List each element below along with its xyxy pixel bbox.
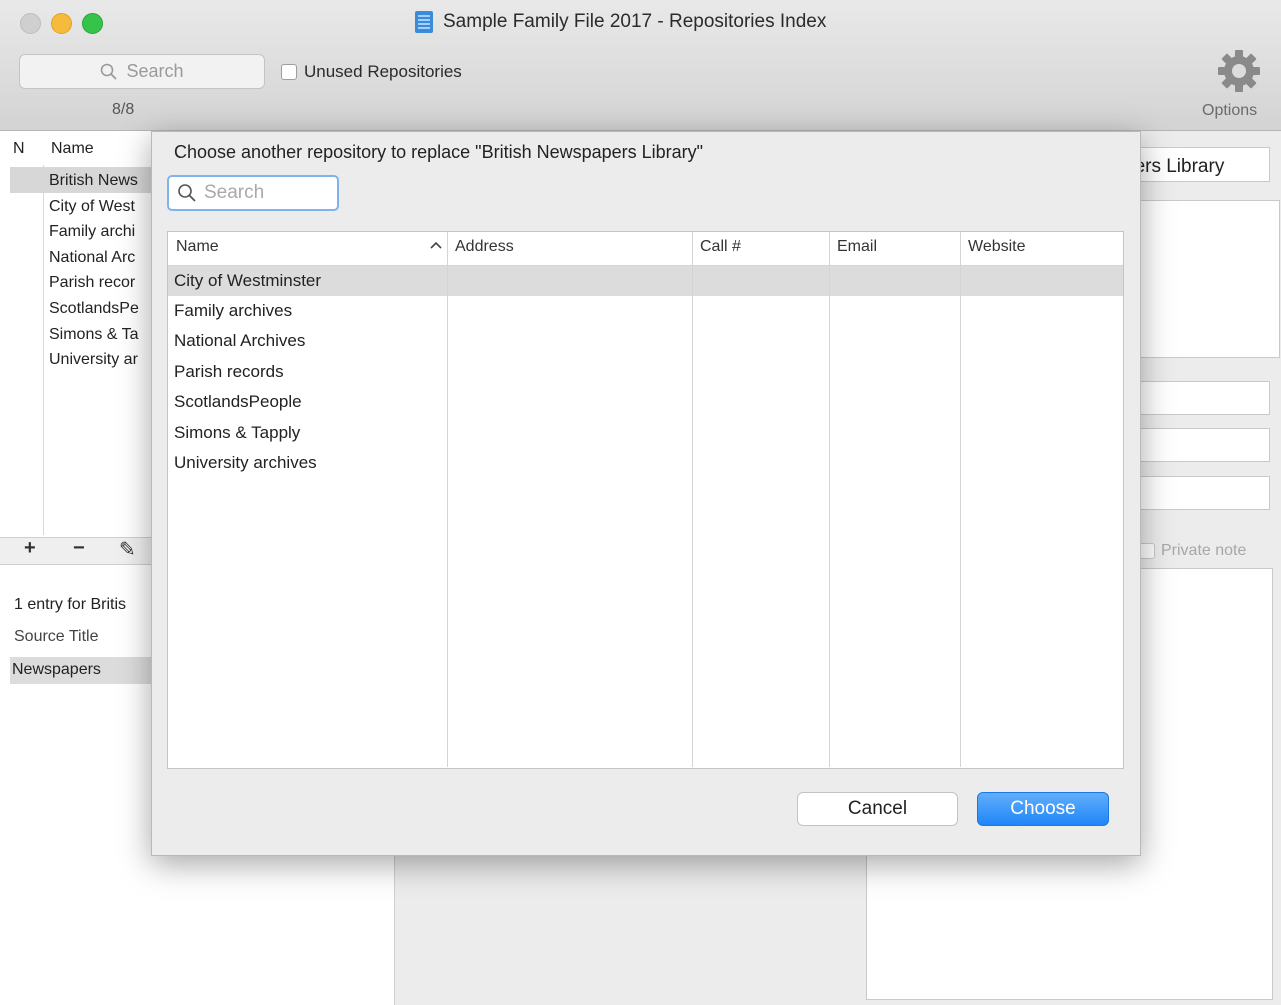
column-divider <box>43 165 44 535</box>
checkbox-box[interactable] <box>281 64 297 80</box>
choose-button[interactable]: Choose <box>977 792 1109 826</box>
citation-count: 1 entry for Britis <box>14 596 127 613</box>
list-item[interactable]: National Arc <box>49 249 135 267</box>
table-row[interactable]: University archives <box>174 453 317 473</box>
checkbox-box[interactable] <box>1139 543 1155 559</box>
pane-divider <box>394 855 395 1005</box>
email-field[interactable] <box>1120 428 1270 462</box>
repository-name-field[interactable]: pers Library <box>1120 147 1270 182</box>
column-header-email[interactable]: Email <box>837 238 877 256</box>
list-item[interactable]: British News <box>49 172 138 190</box>
phone-field[interactable] <box>1120 381 1270 415</box>
table-row[interactable]: Parish records <box>174 362 284 382</box>
column-header-name[interactable]: Name <box>51 140 94 158</box>
add-button[interactable]: + <box>24 537 36 560</box>
column-header-name[interactable]: Name <box>176 238 219 256</box>
column-header-n[interactable]: N <box>13 140 25 158</box>
gear-icon[interactable] <box>1216 48 1262 94</box>
close-window-button[interactable] <box>20 13 41 34</box>
dialog-search-placeholder: Search <box>204 182 265 203</box>
document-icon <box>415 11 433 33</box>
options-label: Options <box>1202 102 1258 119</box>
sort-ascending-icon[interactable] <box>430 240 442 250</box>
private-note-label: Private note <box>1161 542 1247 559</box>
minimize-window-button[interactable] <box>51 13 72 34</box>
zoom-window-button[interactable] <box>82 13 103 34</box>
window-title: Sample Family File 2017 - Repositories I… <box>443 11 827 32</box>
table-row[interactable]: City of Westminster <box>174 271 321 291</box>
column-header-address[interactable]: Address <box>455 238 514 256</box>
list-item[interactable]: City of West <box>49 198 135 216</box>
toolbar-search-placeholder: Search <box>126 61 184 81</box>
repository-table <box>167 231 1124 769</box>
table-row[interactable]: Simons & Tapply <box>174 423 300 443</box>
column-divider[interactable] <box>692 232 693 767</box>
column-header-website[interactable]: Website <box>968 238 1026 256</box>
source-row[interactable]: Newspapers <box>12 661 101 679</box>
remove-button[interactable]: − <box>73 537 85 560</box>
unused-repositories-label: Unused Repositories <box>304 62 462 81</box>
table-row[interactable]: National Archives <box>174 331 305 351</box>
column-divider[interactable] <box>829 232 830 767</box>
search-icon <box>101 63 118 80</box>
column-header-source-title[interactable]: Source Title <box>14 628 98 646</box>
private-note-checkbox[interactable]: Private note <box>1139 542 1246 560</box>
website-field[interactable] <box>1120 476 1270 510</box>
table-row[interactable]: ScotlandsPeople <box>174 392 302 412</box>
column-header-call-number[interactable]: Call # <box>700 238 741 256</box>
list-item[interactable]: ScotlandsPe <box>49 300 139 318</box>
unused-repositories-checkbox[interactable]: Unused Repositories <box>281 62 462 82</box>
list-item[interactable]: University ar <box>49 351 138 369</box>
cancel-button[interactable]: Cancel <box>797 792 958 826</box>
address-field[interactable] <box>1120 200 1280 358</box>
table-row[interactable]: Family archives <box>174 301 292 321</box>
dialog-search-input[interactable]: Search <box>167 175 339 211</box>
list-item[interactable]: Parish recor <box>49 274 135 292</box>
dialog-prompt: Choose another repository to replace "Br… <box>174 142 704 162</box>
column-divider[interactable] <box>447 232 448 767</box>
table-header-divider <box>168 265 1123 266</box>
list-item[interactable]: Simons & Ta <box>49 326 139 344</box>
list-item[interactable]: Family archi <box>49 223 135 241</box>
column-divider[interactable] <box>960 232 961 767</box>
edit-button[interactable]: ✎ <box>119 537 136 562</box>
search-icon <box>178 184 196 202</box>
repository-count: 8/8 <box>112 101 135 118</box>
toolbar-search-input[interactable]: Search <box>19 54 265 89</box>
